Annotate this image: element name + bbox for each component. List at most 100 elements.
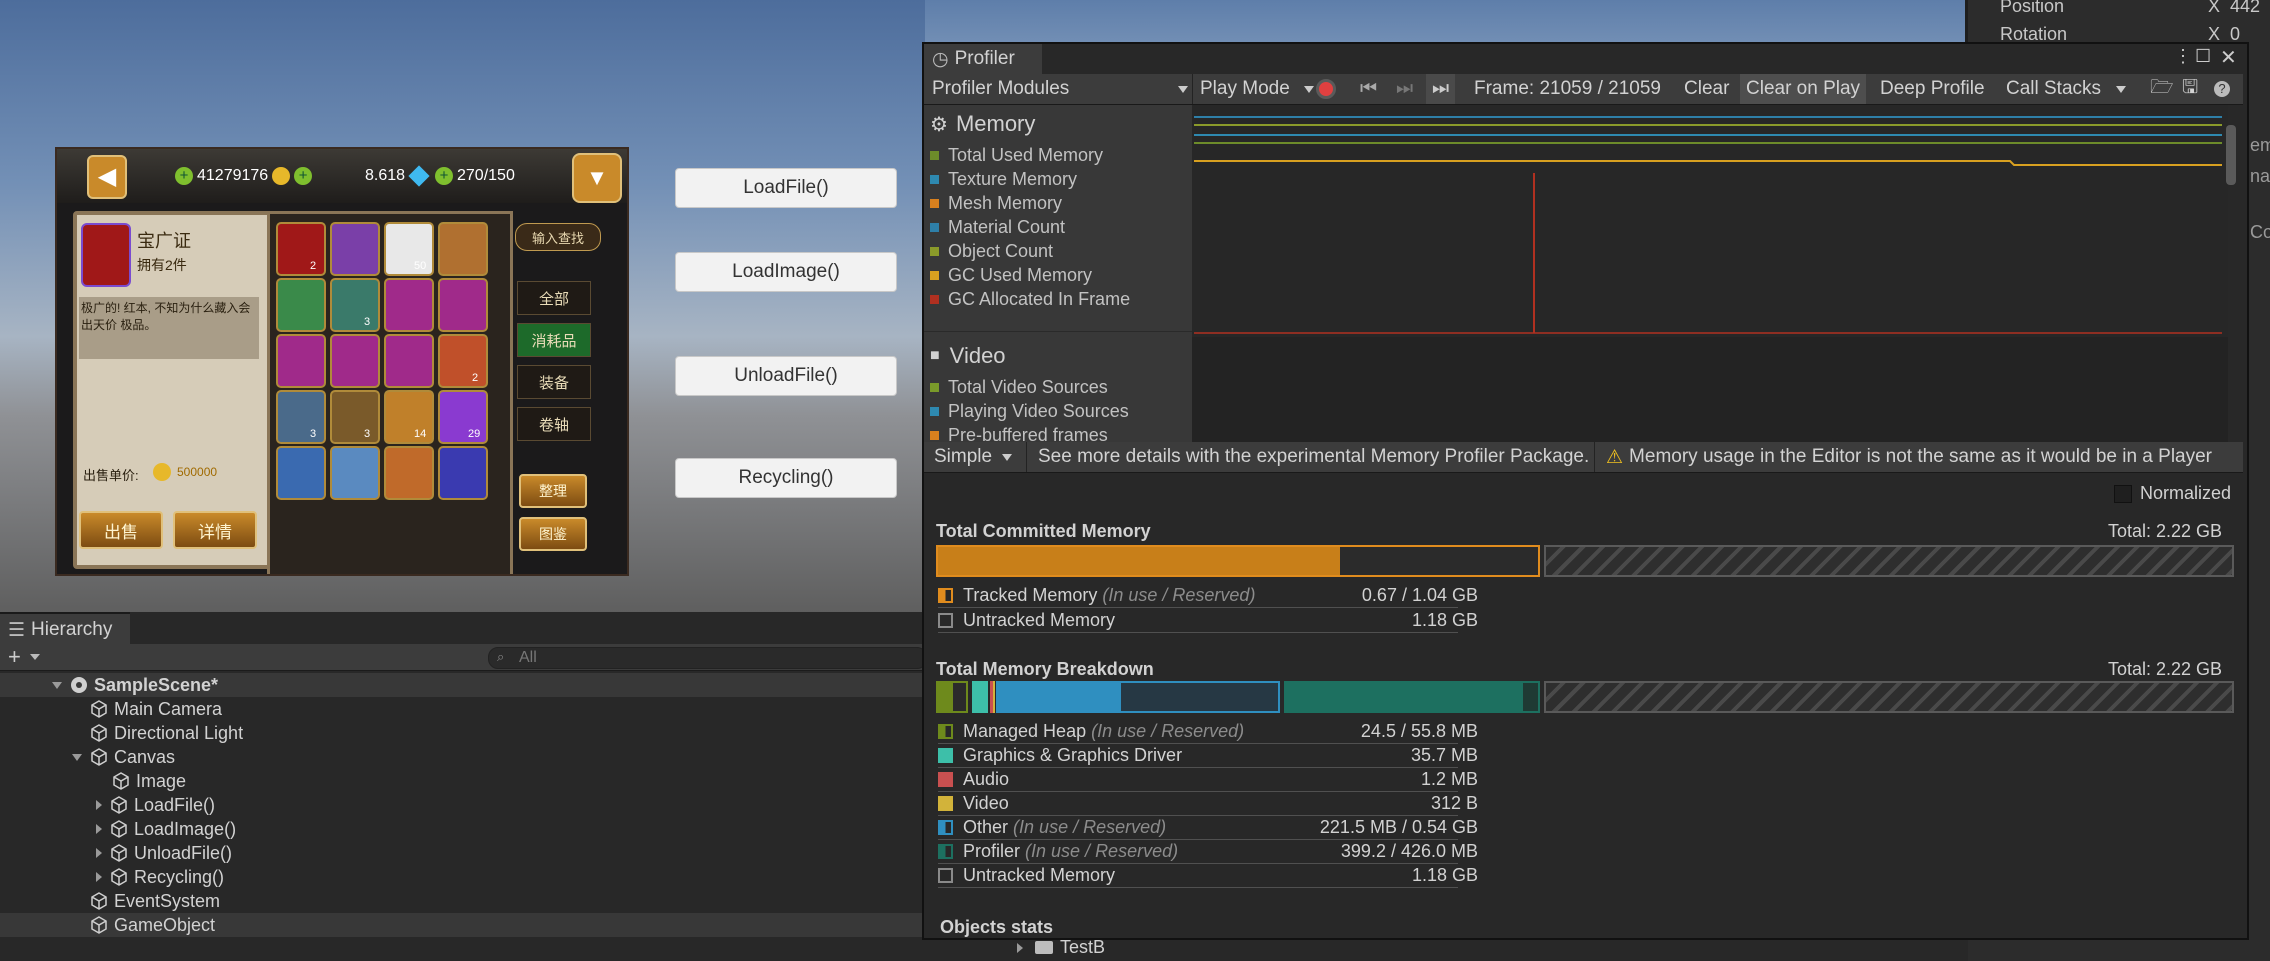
legend-label: Object Count bbox=[948, 241, 1054, 261]
clear-button[interactable]: Clear bbox=[1678, 74, 1735, 104]
profiler-tab[interactable]: ◷ Profiler bbox=[924, 44, 1042, 74]
legend-playing-video-sources[interactable]: Playing Video Sources bbox=[930, 401, 1129, 422]
untracked-memory-bar[interactable] bbox=[1544, 545, 2234, 577]
recycling-button[interactable]: Recycling() bbox=[675, 458, 897, 498]
folder-open-icon: 🗁 bbox=[2150, 77, 2174, 98]
video-segment[interactable] bbox=[993, 681, 995, 713]
position-x-field[interactable]: 442 bbox=[2230, 0, 2260, 17]
gem-value: 8.618 bbox=[365, 167, 406, 184]
hierarchy-item-gameobject[interactable]: GameObject bbox=[0, 913, 1015, 937]
hierarchy-item-image[interactable]: Image bbox=[0, 769, 1037, 793]
legend-texture-memory[interactable]: Texture Memory bbox=[930, 169, 1077, 190]
call-stacks-label: Call Stacks bbox=[2006, 78, 2102, 99]
other-swatch bbox=[938, 819, 953, 835]
legend-mesh-memory[interactable]: Mesh Memory bbox=[930, 193, 1062, 214]
x-axis-label: X bbox=[2208, 0, 2221, 16]
inspector-cut-text: nag bbox=[2250, 166, 2270, 186]
hierarchy-item-samplescene[interactable]: SampleScene* bbox=[0, 673, 977, 697]
item-count: 3 bbox=[310, 428, 317, 440]
memory-profiler-package-link[interactable]: See more details with the experimental M… bbox=[1032, 442, 1595, 472]
maximize-icon[interactable]: ☐ bbox=[2195, 46, 2211, 67]
hierarchy-item-canvas[interactable]: Canvas bbox=[0, 745, 997, 769]
plus-icon: + bbox=[294, 167, 313, 185]
current-frame-button[interactable]: ⏭ bbox=[1426, 74, 1456, 104]
memory-graph bbox=[1192, 105, 2228, 442]
hierarchy-tab[interactable]: ☰ Hierarchy bbox=[0, 612, 130, 646]
memory-module-header[interactable]: ⚙ Memory bbox=[930, 111, 1035, 137]
legend-object-count[interactable]: Object Count bbox=[930, 241, 1053, 262]
play-mode-dropdown[interactable]: Play Mode bbox=[1194, 74, 1318, 104]
hierarchy-item-unloadfile[interactable]: UnloadFile() bbox=[0, 841, 1021, 865]
graphics-segment[interactable] bbox=[972, 681, 988, 713]
item-slot bbox=[384, 334, 434, 388]
legend-total-used-memory[interactable]: Total Used Memory bbox=[930, 145, 1103, 166]
video-module-header[interactable]: ■ Video bbox=[930, 343, 1006, 369]
other-segment[interactable] bbox=[996, 681, 1280, 713]
profiler-timeline-graph[interactable] bbox=[1192, 105, 2236, 442]
plus-icon: + bbox=[175, 167, 193, 185]
legend-swatch bbox=[930, 247, 939, 256]
item-slot bbox=[438, 334, 488, 388]
memory-row-graphics: Graphics & Graphics Driver 35.7 MB bbox=[938, 743, 1478, 767]
save-button[interactable]: 🖫 bbox=[2176, 74, 2204, 104]
hierarchy-item-loadimage[interactable]: LoadImage() bbox=[0, 817, 1021, 841]
expand-icon[interactable] bbox=[96, 848, 102, 858]
expand-icon[interactable] bbox=[72, 753, 82, 761]
loadfile-button[interactable]: LoadFile() bbox=[675, 168, 897, 208]
legend-total-video-sources[interactable]: Total Video Sources bbox=[930, 377, 1108, 398]
untracked-swatch bbox=[938, 612, 953, 628]
legend-label: Total Used Memory bbox=[948, 145, 1104, 165]
close-icon[interactable]: ✕ bbox=[2220, 45, 2237, 70]
normalized-toggle[interactable]: Normalized bbox=[2114, 483, 2231, 504]
hierarchy-item-main-camera[interactable]: Main Camera bbox=[0, 697, 1015, 721]
hierarchy-item-loadfile[interactable]: LoadFile() bbox=[0, 793, 1021, 817]
hierarchy-item-eventsystem[interactable]: EventSystem bbox=[0, 889, 1015, 913]
profiler-modules-dropdown[interactable]: Profiler Modules bbox=[926, 74, 1194, 104]
hierarchy-item-recycling[interactable]: Recycling() bbox=[0, 865, 1021, 889]
expand-icon[interactable] bbox=[1017, 943, 1023, 953]
row-value: 1.2 MB bbox=[1420, 768, 1478, 789]
item-slot bbox=[330, 446, 380, 500]
legend-gc-allocated-in-frame[interactable]: GC Allocated In Frame bbox=[930, 289, 1130, 310]
breakdown-untracked-segment[interactable] bbox=[1544, 681, 2234, 713]
legend-gc-used-memory[interactable]: GC Used Memory bbox=[930, 265, 1092, 286]
deep-profile-button[interactable]: Deep Profile bbox=[1874, 74, 1991, 104]
hierarchy-item-directional-light[interactable]: Directional Light bbox=[0, 721, 1015, 745]
call-stacks-dropdown[interactable]: Call Stacks bbox=[2000, 74, 2130, 104]
view-mode-dropdown[interactable]: Simple bbox=[928, 442, 1016, 472]
inspector-cut-text: em bbox=[2250, 135, 2270, 155]
expand-icon[interactable] bbox=[96, 824, 102, 834]
item-grid: 2 50 3 2 3 3 14 29 bbox=[267, 211, 513, 574]
legend-swatch bbox=[930, 431, 939, 440]
expand-icon[interactable] bbox=[96, 800, 102, 810]
load-button[interactable]: 🗁 bbox=[2144, 74, 2180, 104]
project-folder-testb[interactable]: TestB bbox=[1060, 937, 1105, 958]
row-label: Graphics & Graphics Driver bbox=[963, 744, 1183, 765]
help-button[interactable]: ? bbox=[2208, 74, 2236, 104]
add-button[interactable]: + bbox=[8, 644, 21, 670]
tracked-memory-bar[interactable] bbox=[936, 545, 1540, 577]
plus-icon: + bbox=[435, 167, 453, 185]
legend-material-count[interactable]: Material Count bbox=[930, 217, 1065, 238]
row-divider bbox=[938, 632, 1458, 633]
managed-heap-segment[interactable] bbox=[936, 681, 968, 713]
item-slot bbox=[384, 390, 434, 444]
record-button[interactable] bbox=[1310, 74, 1344, 104]
profiler-segment[interactable] bbox=[1284, 681, 1540, 713]
unloadfile-button[interactable]: UnloadFile() bbox=[675, 356, 897, 396]
filter-all: 全部 bbox=[517, 281, 591, 315]
previous-frame-button[interactable]: ⏮ bbox=[1354, 74, 1383, 104]
more-options-icon[interactable]: ⋮ bbox=[2174, 46, 2192, 67]
clear-on-play-button[interactable]: Clear on Play bbox=[1740, 74, 1867, 104]
checkbox[interactable] bbox=[2114, 484, 2132, 503]
next-frame-button[interactable]: ⏭ bbox=[1390, 74, 1419, 104]
item-slot bbox=[276, 278, 326, 332]
expand-icon[interactable] bbox=[96, 872, 102, 882]
filter-consumables: 消耗品 bbox=[517, 323, 591, 357]
graph-scrollbar[interactable] bbox=[2226, 125, 2236, 185]
chevron-down-icon[interactable] bbox=[30, 654, 40, 660]
loadimage-button[interactable]: LoadImage() bbox=[675, 252, 897, 292]
search-field[interactable]: ⌕ All bbox=[488, 647, 927, 669]
play-mode-label: Play Mode bbox=[1200, 78, 1290, 99]
expand-icon[interactable] bbox=[52, 681, 62, 689]
